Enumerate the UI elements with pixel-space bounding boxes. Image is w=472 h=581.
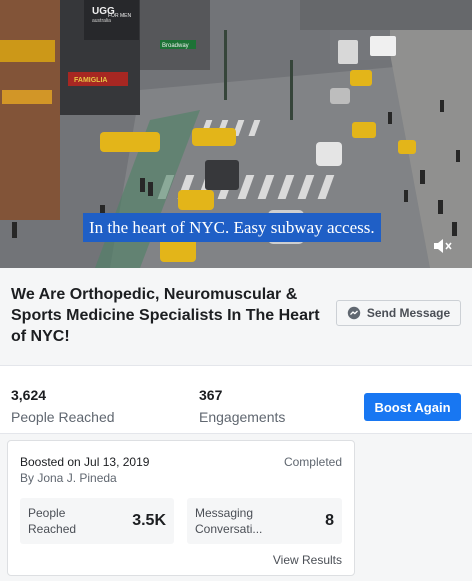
metric-label: Messaging Conversati... <box>195 505 277 537</box>
video-player[interactable]: UGG australia FOR MEN FAMIGLIA Broadway <box>0 0 472 268</box>
people-reached-stat: 3,624 People Reached <box>11 386 115 426</box>
metric-label-line1: People <box>28 506 66 520</box>
send-message-button[interactable]: Send Message <box>336 300 461 326</box>
speaker-muted-icon <box>434 239 452 253</box>
metric-messaging-conversations: Messaging Conversati... 8 <box>187 498 342 544</box>
people-reached-value: 3,624 <box>11 387 47 403</box>
metric-value: 3.5K <box>132 512 166 529</box>
messenger-icon <box>347 306 361 320</box>
boost-summary-card: Boosted on Jul 13, 2019 By Jona J. Pined… <box>7 440 355 576</box>
boost-status: Completed <box>283 455 342 469</box>
post-header: We Are Orthopedic, Neuromuscular & Sport… <box>0 268 472 366</box>
stats-bar: 3,624 People Reached 367 Engagements Boo… <box>0 366 472 434</box>
people-reached-label: People Reached <box>11 409 115 425</box>
boosted-date: Boosted on Jul 13, 2019 <box>20 455 150 469</box>
boost-card-area: Boosted on Jul 13, 2019 By Jona J. Pined… <box>0 434 472 581</box>
post-title: We Are Orthopedic, Neuromuscular & Sport… <box>11 286 320 345</box>
engagements-stat: 367 Engagements <box>199 386 285 426</box>
video-caption: In the heart of NYC. Easy subway access. <box>83 213 381 242</box>
metric-label-line2: Reached <box>28 522 77 536</box>
metric-label-line2: Conversati... <box>195 522 263 536</box>
engagements-label: Engagements <box>199 409 286 425</box>
metric-label: People Reached <box>28 505 110 537</box>
engagements-value: 367 <box>199 387 223 403</box>
metric-label-line1: Messaging <box>195 506 254 520</box>
metric-value: 8 <box>325 512 334 529</box>
mute-button[interactable] <box>431 235 453 257</box>
metric-people-reached: People Reached 3.5K <box>20 498 174 544</box>
boosted-by: By Jona J. Pineda <box>20 471 117 485</box>
view-results-link[interactable]: View Results <box>273 553 342 567</box>
boost-again-button[interactable]: Boost Again <box>364 393 461 421</box>
send-message-label: Send Message <box>366 306 451 320</box>
